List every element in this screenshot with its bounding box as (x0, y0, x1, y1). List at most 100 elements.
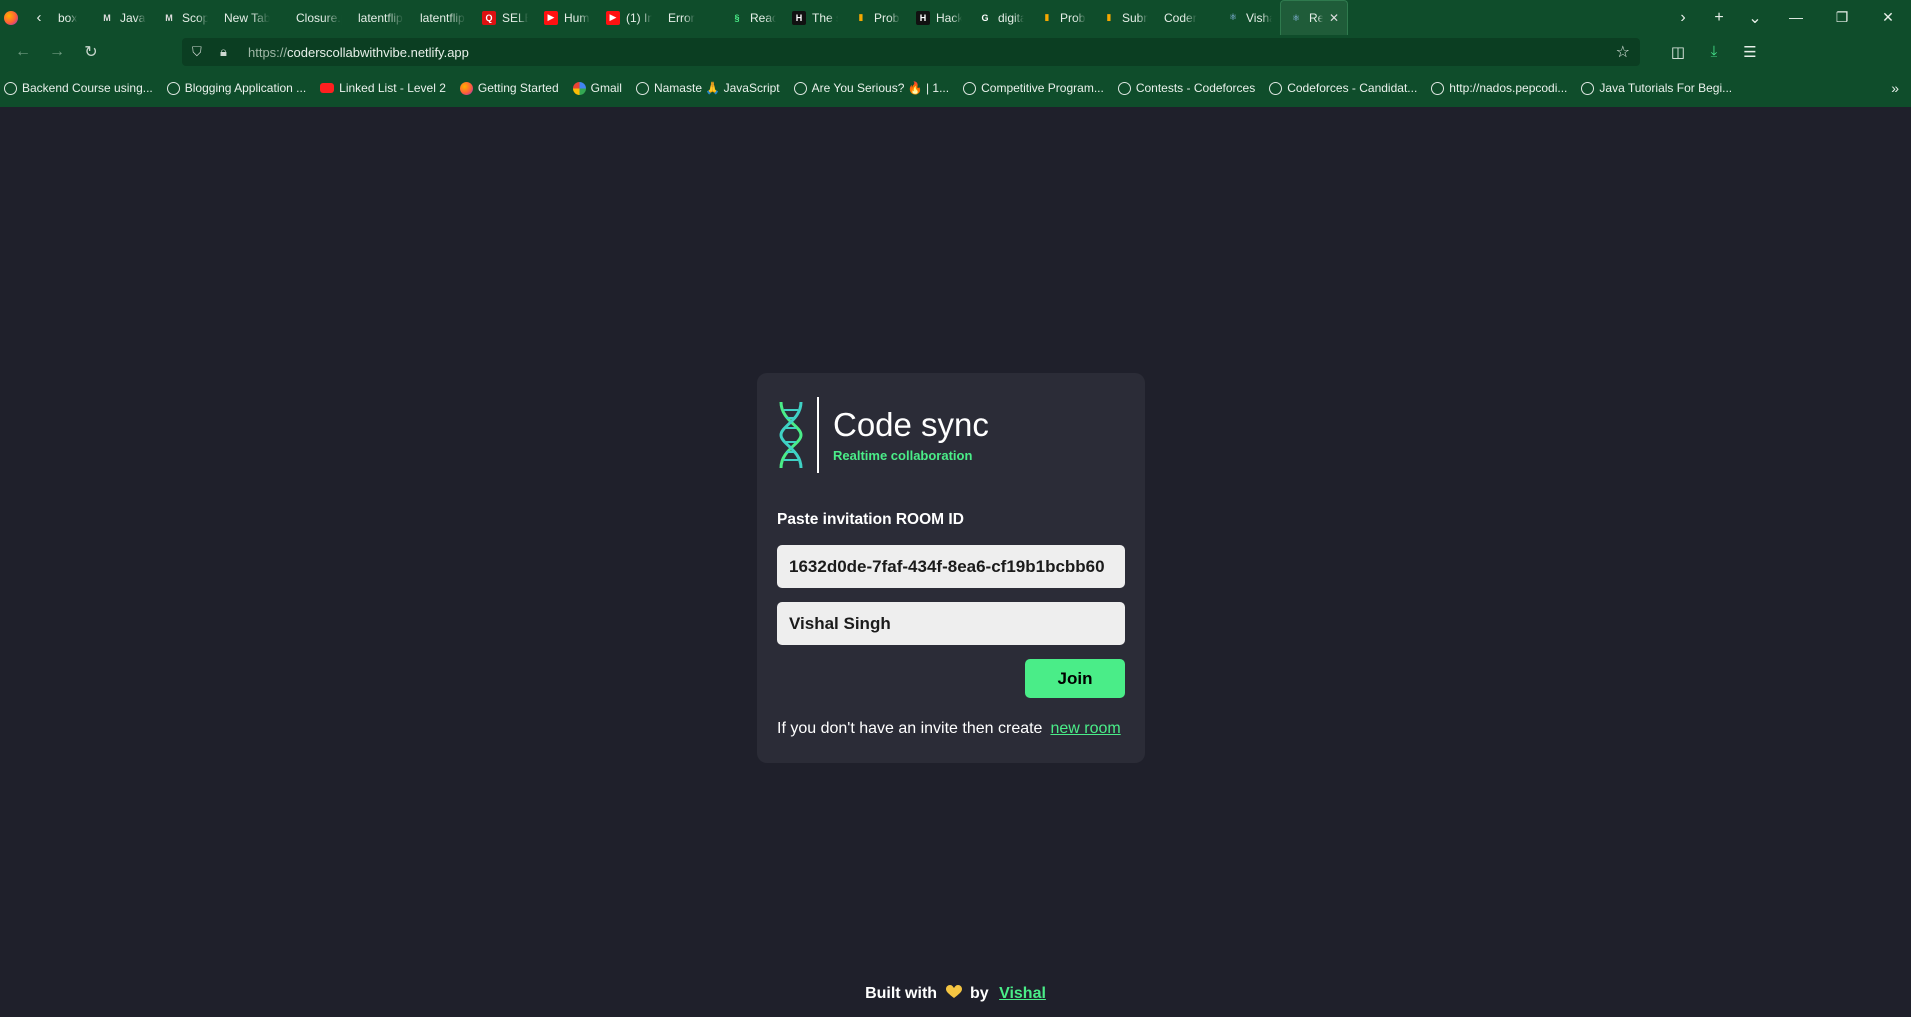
room-id-input[interactable] (777, 545, 1125, 588)
bookmark-item[interactable]: Gmail (572, 81, 622, 95)
browser-tab[interactable]: H The st (784, 0, 846, 35)
bookmark-item[interactable]: Backend Course using... (4, 81, 153, 95)
menu-icon[interactable]: ☰ (1732, 43, 1768, 61)
tab-label: Proble (874, 10, 900, 25)
browser-tab[interactable]: Closure.pdf (288, 0, 350, 35)
browser-tab[interactable]: Gdigita (970, 0, 1032, 35)
tab-label: latentflip.com (420, 10, 466, 25)
browser-tab[interactable]: ▮ Proble (846, 0, 908, 35)
toolbar-icons: ◫ ⤓ ☰ (1660, 43, 1768, 61)
browser-tab[interactable]: ▶ (1) Int (598, 0, 660, 35)
bookmark-label: Contests - Codeforces (1135, 81, 1256, 95)
dna-logo-icon (779, 401, 803, 469)
tabs-scroll-left-icon[interactable]: ‹ (28, 9, 50, 26)
bookmark-item[interactable]: Java Tutorials For Begi... (1581, 81, 1732, 95)
browser-tab[interactable]: ⚛ Vishal (1218, 0, 1280, 35)
restore-icon[interactable]: ❐ (1819, 9, 1865, 26)
bookmark-label: Blogging Application ... (184, 81, 307, 95)
tab-label: JavaScript (120, 10, 146, 25)
new-room-link[interactable]: new room (1050, 720, 1120, 738)
browser-tab[interactable]: ▶ Human (536, 0, 598, 35)
bar-chart-icon: ▮ (858, 12, 864, 22)
bookmark-label: Are You Serious? 🔥 | 1... (811, 81, 950, 95)
bookmarks-overflow-icon[interactable]: » (1891, 80, 1907, 96)
browser-tab[interactable]: M Scope (154, 0, 216, 35)
tab-label: Scope (182, 10, 208, 25)
tab-label: digita (998, 10, 1024, 25)
bookmark-item[interactable]: Blogging Application ... (166, 81, 307, 95)
tab-label: Rea (1309, 11, 1323, 25)
lock-icon[interactable]: 🔒︎ (220, 44, 240, 60)
react-icon: ⚛ (1228, 12, 1238, 22)
bookmark-item[interactable]: Codeforces - Candidat... (1269, 81, 1417, 95)
browser-tab[interactable]: ▮ Subm (1094, 0, 1156, 35)
globe-icon (1269, 81, 1283, 95)
close-tab-icon[interactable]: ✕ (1329, 11, 1339, 25)
bookmark-item[interactable]: Linked List - Level 2 (320, 81, 446, 95)
bookmark-item[interactable]: Are You Serious? 🔥 | 1... (793, 81, 950, 95)
bookmark-item[interactable]: http://nados.pepcodi... (1431, 81, 1567, 95)
new-tab-icon[interactable]: + (1701, 9, 1737, 27)
bookmark-item[interactable]: Namaste 🙏 JavaScript (635, 81, 780, 95)
dna-icon: § (734, 12, 740, 23)
browser-tab[interactable]: M JavaScript (92, 0, 154, 35)
shield-icon[interactable]: ⛉ (192, 44, 212, 60)
tab-label: React (750, 10, 776, 25)
tab-bar: ‹ box M JavaScript M Scope New Tab Closure.pdf… (0, 0, 1911, 35)
username-input[interactable] (777, 602, 1125, 645)
invite-row: If you don't have an invite then create … (777, 720, 1125, 738)
browser-tab[interactable]: latentflip.com (412, 0, 474, 35)
q-logo-icon: Q (482, 10, 496, 25)
reload-icon[interactable]: ↻ (74, 42, 108, 62)
bookmark-label: Namaste 🙏 JavaScript (653, 81, 780, 95)
browser-tab[interactable]: Error (660, 0, 722, 35)
tab-label: Vishal (1246, 10, 1272, 25)
bookmark-item[interactable]: Contests - Codeforces (1117, 81, 1256, 95)
forward-icon[interactable]: → (40, 43, 74, 61)
m-logo-icon: M (165, 12, 173, 23)
browser-tab[interactable]: Q SELECT (474, 0, 536, 35)
brand-text: Code sync Realtime collaboration (833, 407, 989, 463)
bookmark-item[interactable]: Getting Started (459, 81, 559, 95)
bookmarks-bar: Backend Course using... Blogging Applicat… (0, 69, 1911, 107)
firefox-logo-icon[interactable] (4, 10, 18, 25)
downloads-icon[interactable]: ⤓ (1696, 43, 1732, 61)
browser-tab[interactable]: ⚛ Rea ✕ (1280, 0, 1348, 35)
bookmark-label: http://nados.pepcodi... (1449, 81, 1568, 95)
list-all-tabs-icon[interactable]: ⌄ (1737, 8, 1773, 28)
browser-chrome: ‹ box M JavaScript M Scope New Tab Closure.pdf… (0, 0, 1911, 107)
minimize-icon[interactable]: — (1773, 9, 1819, 26)
tabs-scroll-right-icon[interactable]: › (1665, 9, 1701, 27)
bookmark-label: Gmail (590, 81, 622, 95)
browser-tab[interactable]: ▮ Proble (1032, 0, 1094, 35)
pocket-icon[interactable]: ◫ (1660, 43, 1696, 61)
close-window-icon[interactable]: ✕ (1865, 9, 1911, 26)
tab-label: latentflip.com (358, 10, 404, 25)
tab-label: The st (812, 10, 838, 25)
author-link[interactable]: Vishal (999, 985, 1046, 1002)
youtube-icon: ▶ (544, 10, 558, 25)
hn-logo-icon: H (916, 10, 930, 25)
url-host: coderscollabwithvibe.netlify.app (287, 44, 469, 60)
footer-by: by (969, 985, 989, 1002)
globe-icon (963, 81, 977, 95)
globe-icon (793, 81, 807, 95)
youtube-icon: ▶ (606, 10, 620, 25)
url-protocol: https:// (248, 44, 288, 60)
browser-tab[interactable]: H Hacke (908, 0, 970, 35)
browser-tab[interactable]: Coder (1156, 0, 1218, 35)
google-icon (572, 81, 586, 95)
bookmark-star-icon[interactable]: ☆ (1616, 42, 1630, 62)
browser-tab[interactable]: New Tab (216, 0, 288, 35)
back-icon[interactable]: ← (6, 43, 40, 61)
address-bar[interactable]: ⛉ 🔒︎ https:// coderscollabwithvibe.netli… (182, 38, 1640, 66)
firefox-icon (459, 81, 473, 95)
join-button[interactable]: Join (1025, 659, 1125, 698)
bookmark-item[interactable]: Competitive Program... (963, 81, 1104, 95)
react-icon: ⚛ (1291, 12, 1301, 23)
tab-strip: box M JavaScript M Scope New Tab Closure.pdf la… (50, 0, 1665, 35)
browser-tab[interactable]: box (50, 0, 92, 35)
browser-tab[interactable]: § React (722, 0, 784, 35)
bookmark-label: Linked List - Level 2 (339, 81, 446, 95)
browser-tab[interactable]: latentflip.com (350, 0, 412, 35)
